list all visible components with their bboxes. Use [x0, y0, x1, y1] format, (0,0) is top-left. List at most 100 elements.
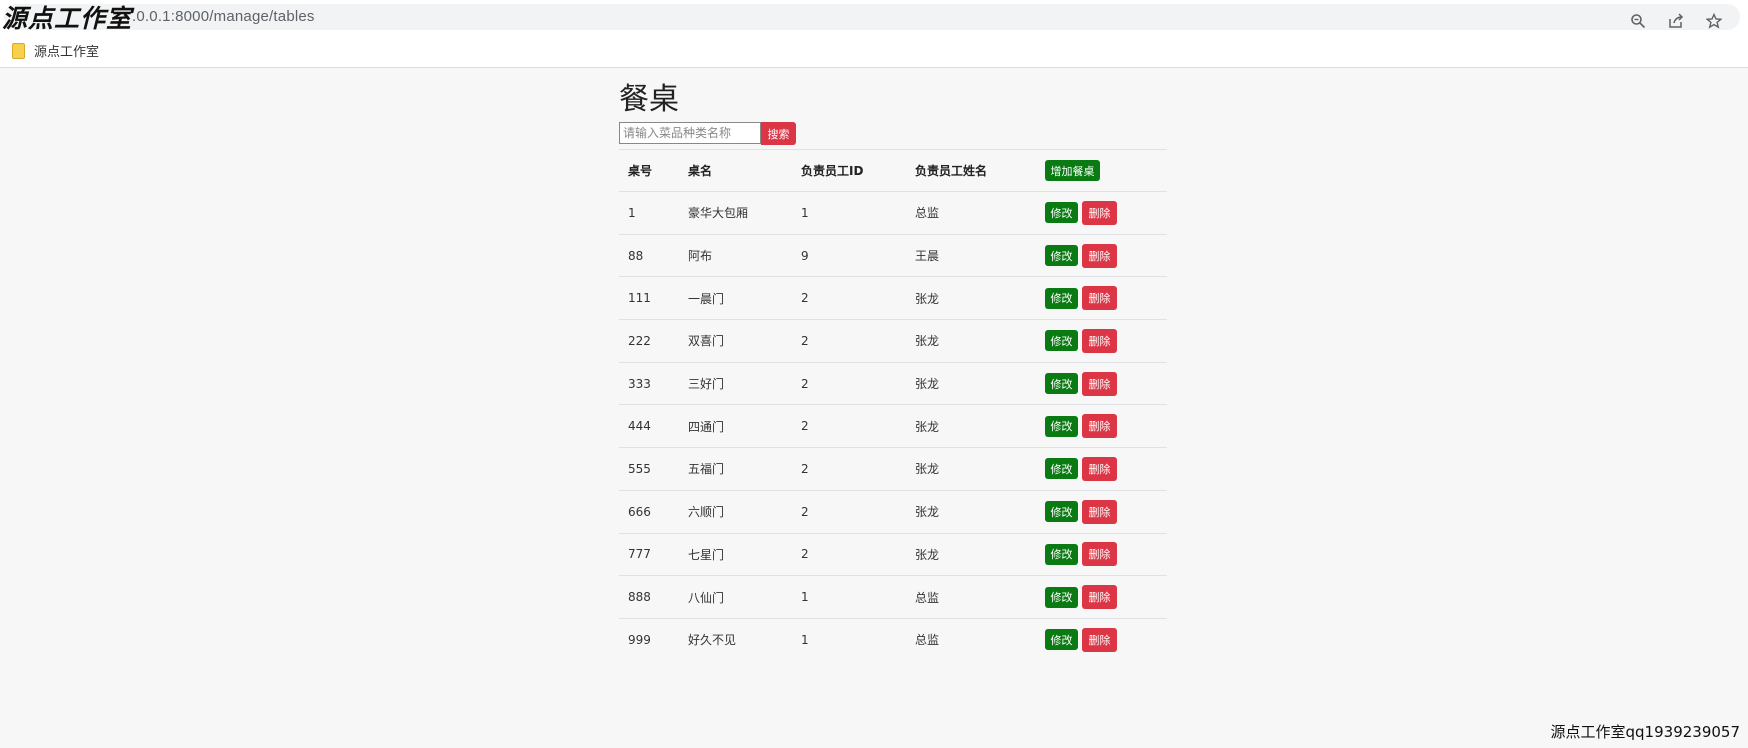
header-table-name: 桌名 [679, 149, 792, 192]
table-body: 1 豪华大包厢 1 总监 修改 删除 88 阿布 9 王晨 修改 删除 111 一晨门 2 张龙 修改 删除 222… [619, 191, 1167, 662]
cell-table-number: 888 [619, 575, 679, 619]
row-actions: 修改 删除 [1045, 627, 1167, 652]
cell-staff-id: 2 [792, 447, 906, 491]
cell-staff-name: 张龙 [906, 319, 1036, 363]
cell-table-number: 111 [619, 276, 679, 320]
star-icon[interactable] [1702, 9, 1726, 33]
row-actions: 修改 删除 [1045, 328, 1167, 353]
cell-table-name: 一晨门 [679, 276, 792, 320]
cell-table-name: 好久不见 [679, 617, 792, 662]
delete-button[interactable]: 删除 [1082, 243, 1117, 268]
cell-staff-name: 张龙 [906, 532, 1036, 576]
cell-staff-name: 张龙 [906, 276, 1036, 320]
add-table-button[interactable]: 增加餐桌 [1045, 160, 1100, 181]
edit-button[interactable]: 修改 [1045, 458, 1078, 480]
cell-actions: 修改 删除 [1036, 361, 1167, 405]
row-actions: 修改 删除 [1045, 243, 1167, 268]
cell-actions: 修改 删除 [1036, 575, 1167, 619]
cell-table-name: 八仙门 [679, 575, 792, 619]
cell-table-number: 555 [619, 447, 679, 491]
cell-table-number: 444 [619, 404, 679, 448]
edit-button[interactable]: 修改 [1045, 501, 1078, 523]
table-row: 111 一晨门 2 张龙 修改 删除 [619, 276, 1167, 320]
share-icon[interactable] [1664, 9, 1688, 33]
edit-button[interactable]: 修改 [1045, 245, 1078, 267]
delete-button[interactable]: 删除 [1082, 585, 1117, 610]
cell-table-number: 1 [619, 191, 679, 235]
edit-button[interactable]: 修改 [1045, 629, 1078, 651]
delete-button[interactable]: 删除 [1082, 286, 1117, 311]
table-row: 88 阿布 9 王晨 修改 删除 [619, 233, 1167, 277]
cell-staff-name: 张龙 [906, 447, 1036, 491]
bookmarks-bar: 源点工作室 [0, 34, 1748, 68]
delete-button[interactable]: 删除 [1082, 328, 1117, 353]
edit-button[interactable]: 修改 [1045, 202, 1078, 224]
table-row: 444 四通门 2 张龙 修改 删除 [619, 404, 1167, 448]
edit-button[interactable]: 修改 [1045, 543, 1078, 565]
table-row: 999 好久不见 1 总监 修改 删除 [619, 617, 1167, 662]
cell-table-name: 六顺门 [679, 489, 792, 533]
cell-staff-id: 2 [792, 361, 906, 405]
search-form: 搜索 [619, 122, 1167, 145]
table-row: 222 双喜门 2 张龙 修改 删除 [619, 319, 1167, 363]
bookmark-label: 源点工作室 [34, 45, 100, 60]
cell-staff-id: 1 [792, 575, 906, 619]
row-actions: 修改 删除 [1045, 542, 1167, 567]
edit-button[interactable]: 修改 [1045, 415, 1078, 437]
cell-staff-name: 总监 [906, 575, 1036, 619]
search-button[interactable]: 搜索 [761, 122, 796, 145]
row-actions: 修改 删除 [1045, 456, 1167, 481]
bookmark-item[interactable]: 源点工作室 [12, 41, 99, 60]
cell-staff-id: 2 [792, 532, 906, 576]
edit-button[interactable]: 修改 [1045, 586, 1078, 608]
table-row: 777 七星门 2 张龙 修改 删除 [619, 532, 1167, 576]
cell-staff-name: 张龙 [906, 489, 1036, 533]
cell-actions: 修改 删除 [1036, 447, 1167, 491]
cell-actions: 修改 删除 [1036, 617, 1167, 662]
delete-button[interactable]: 删除 [1082, 200, 1117, 225]
delete-button[interactable]: 删除 [1082, 414, 1117, 439]
header-staff-name: 负责员工姓名 [906, 149, 1036, 192]
table-row: 666 六顺门 2 张龙 修改 删除 [619, 489, 1167, 533]
edit-button[interactable]: 修改 [1045, 373, 1078, 395]
browser-address-row: .0.0.1:8000/manage/tables 源点工作室 [0, 0, 1748, 34]
watermark-top: 源点工作室 [2, 4, 133, 33]
delete-button[interactable]: 删除 [1082, 542, 1117, 567]
url-text[interactable]: .0.0.1:8000/manage/tables [132, 8, 315, 25]
zoom-icon[interactable] [1626, 9, 1650, 33]
cell-actions: 修改 删除 [1036, 233, 1167, 277]
cell-table-name: 七星门 [679, 532, 792, 576]
address-bar[interactable]: .0.0.1:8000/manage/tables [4, 4, 1740, 30]
cell-staff-id: 2 [792, 489, 906, 533]
edit-button[interactable]: 修改 [1045, 330, 1078, 352]
table-row: 333 三好门 2 张龙 修改 删除 [619, 361, 1167, 405]
cell-actions: 修改 删除 [1036, 404, 1167, 448]
cell-staff-id: 2 [792, 276, 906, 320]
cell-table-name: 阿布 [679, 233, 792, 277]
search-input[interactable] [619, 122, 761, 144]
delete-button[interactable]: 删除 [1082, 627, 1117, 652]
delete-button[interactable]: 删除 [1082, 499, 1117, 524]
cell-staff-name: 张龙 [906, 404, 1036, 448]
row-actions: 修改 删除 [1045, 200, 1167, 225]
cell-actions: 修改 删除 [1036, 319, 1167, 363]
table-header-row: 桌号 桌名 负责员工ID 负责员工姓名 增加餐桌 [619, 149, 1167, 192]
page-title: 餐桌 [619, 82, 679, 117]
cell-table-number: 88 [619, 233, 679, 277]
address-bar-icons [1626, 9, 1726, 33]
cell-actions: 修改 删除 [1036, 191, 1167, 235]
bookmark-folder-icon [12, 42, 25, 59]
cell-staff-name: 总监 [906, 617, 1036, 662]
edit-button[interactable]: 修改 [1045, 287, 1078, 309]
cell-actions: 修改 删除 [1036, 532, 1167, 576]
cell-staff-id: 2 [792, 319, 906, 363]
cell-staff-name: 张龙 [906, 361, 1036, 405]
cell-actions: 修改 删除 [1036, 489, 1167, 533]
cell-staff-name: 总监 [906, 191, 1036, 235]
delete-button[interactable]: 删除 [1082, 371, 1117, 396]
cell-table-name: 三好门 [679, 361, 792, 405]
delete-button[interactable]: 删除 [1082, 456, 1117, 481]
main-content: 餐桌 搜索 桌号 桌名 负责员工ID 负责员工姓名 增加餐桌 1豪华大包厢1总监… [619, 80, 1167, 662]
tables-table: 桌号 桌名 负责员工ID 负责员工姓名 增加餐桌 1 豪华大包厢 1 总监 修改 删除 88… [619, 149, 1167, 662]
cell-table-number: 666 [619, 489, 679, 533]
